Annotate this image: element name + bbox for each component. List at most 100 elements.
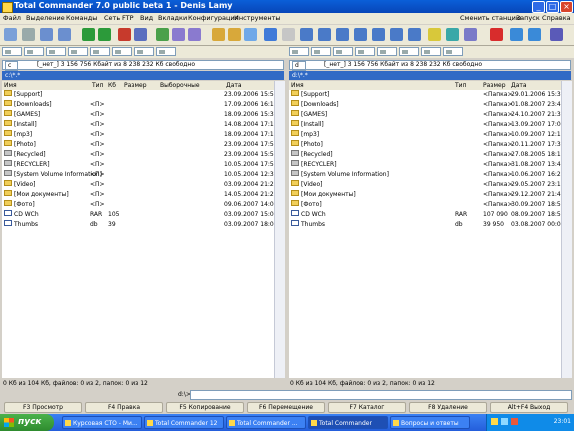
file-row[interactable]: [RECYCLER] <Папка> 31.08.2007 13:49 xyxy=(289,160,561,170)
file-row[interactable]: [Recycled] <Папка> 27.08.2005 18:19 xyxy=(289,150,561,160)
f6-move-button[interactable]: F6 Перемещение xyxy=(247,402,325,413)
file-row[interactable]: [Recycled] <П> 23.09.2004 15:53 xyxy=(2,150,274,160)
left-drive-combo[interactable]: c xyxy=(5,61,19,71)
tool-6-icon[interactable] xyxy=(408,28,421,41)
menu-view[interactable]: Вид xyxy=(140,14,153,22)
task-button-2[interactable]: Total Commander 12 xyxy=(144,416,224,429)
menu-tabs[interactable]: Вкладки xyxy=(158,14,187,22)
tool-3-icon[interactable] xyxy=(354,28,367,41)
file-row[interactable]: [Фото] <П> 09.06.2007 14:00 xyxy=(2,200,274,210)
title-bar[interactable]: Total Commander 7.0 public beta 1 - Deni… xyxy=(0,0,574,13)
left-col-size2[interactable]: Размер xyxy=(124,82,147,89)
left-file-list[interactable]: [Support] 23.09.2006 15:57 [Downloads] <П> 1… xyxy=(2,90,275,378)
right-path-bar[interactable]: d:\*.* xyxy=(289,71,571,80)
left-col-date[interactable]: Дата xyxy=(226,82,242,89)
search-icon[interactable] xyxy=(212,28,225,41)
antivirus-icon[interactable] xyxy=(511,418,518,425)
right-col-ext[interactable]: Тип xyxy=(455,82,467,89)
f5-copy-button[interactable]: F5 Копирование xyxy=(166,402,244,413)
right-drive-c[interactable] xyxy=(289,47,309,56)
tool-1-icon[interactable] xyxy=(318,28,331,41)
file-row[interactable]: [mp3] <Папка> 10.09.2007 12:11 xyxy=(289,130,561,140)
file-row[interactable]: [Downloads] <Папка> 01.08.2007 23:41 xyxy=(289,100,561,110)
file-row[interactable]: [Support] <Папка> 29.01.2006 15:30 xyxy=(289,90,561,100)
right-col-date[interactable]: Дата xyxy=(511,82,527,89)
menu-file[interactable]: Файл xyxy=(3,14,21,22)
network-icon[interactable] xyxy=(501,418,508,425)
file-row[interactable]: CD WCh RAR 107 090 08.09.2007 18:53 xyxy=(289,210,561,220)
tool-2-icon[interactable] xyxy=(336,28,349,41)
file-row[interactable]: Thumbs db 39 950 03.08.2007 00:03 xyxy=(289,220,561,230)
file-row[interactable]: [Photo] <П> 23.09.2004 17:51 xyxy=(2,140,274,150)
file-row[interactable]: [Install] <Папка> 13.09.2007 17:07 xyxy=(289,120,561,130)
left-drive-e[interactable] xyxy=(46,47,66,56)
menu-network[interactable]: Сеть xyxy=(104,14,120,22)
menu-change-station[interactable]: Сменить станцию xyxy=(460,14,521,22)
forward-icon[interactable] xyxy=(58,28,71,41)
file-row[interactable]: [Video] <Папка> 29.05.2007 23:12 xyxy=(289,180,561,190)
tool-10-icon[interactable] xyxy=(510,28,523,41)
tool-4-icon[interactable] xyxy=(372,28,385,41)
file-row[interactable]: [GAMES] <Папка> 24.10.2007 21:37 xyxy=(289,110,561,120)
file-row[interactable]: [System Volume Information] <П> 10.05.2004… xyxy=(2,170,274,180)
right-drive-combo[interactable]: d xyxy=(292,61,306,71)
menu-config[interactable]: Конфигурация xyxy=(188,14,239,22)
compare-icon[interactable] xyxy=(134,28,147,41)
left-scrollbar[interactable] xyxy=(274,81,285,378)
right-col-name[interactable]: Имя xyxy=(291,82,304,89)
star-icon[interactable] xyxy=(264,28,277,41)
left-drive-j[interactable] xyxy=(156,47,176,56)
left-drive-f[interactable] xyxy=(68,47,88,56)
task-button-1[interactable]: Курсовая СТО - Ми... xyxy=(62,416,142,429)
ftp-icon[interactable] xyxy=(172,28,185,41)
f3-view-button[interactable]: F3 Просмотр xyxy=(4,402,82,413)
menu-select[interactable]: Выделение xyxy=(26,14,65,22)
left-drive-i[interactable] xyxy=(134,47,154,56)
file-row[interactable]: Thumbs db 39 03.09.2007 18:03 xyxy=(2,220,274,230)
file-row[interactable]: [Photo] <Папка> 20.11.2007 17:30 xyxy=(289,140,561,150)
tool-9-icon[interactable] xyxy=(464,28,477,41)
delete-icon[interactable] xyxy=(490,28,503,41)
tray-icon[interactable] xyxy=(491,418,498,425)
file-row[interactable]: [Downloads] <П> 17.09.2006 16:13 xyxy=(2,100,274,110)
tool-8-icon[interactable] xyxy=(446,28,459,41)
menu-commands[interactable]: Команды xyxy=(66,14,97,22)
close-button[interactable]: × xyxy=(560,1,573,13)
folder-tree-icon[interactable] xyxy=(300,28,313,41)
tool-7-icon[interactable] xyxy=(428,28,441,41)
left-col-desc[interactable]: Выборочные xyxy=(160,82,200,89)
right-col-size[interactable]: Размер xyxy=(483,82,506,89)
task-button-3[interactable]: Total Commander ... xyxy=(226,416,306,429)
refresh-icon[interactable] xyxy=(4,28,17,41)
menu-ftp[interactable]: FTP xyxy=(122,14,134,22)
left-drive-d[interactable] xyxy=(24,47,44,56)
left-drive-c[interactable] xyxy=(2,47,22,56)
file-row[interactable]: [RECYCLER] <П> 10.05.2004 17:59 xyxy=(2,160,274,170)
file-row[interactable]: [mp3] <П> 18.09.2004 17:17 xyxy=(2,130,274,140)
alt-f4-exit-button[interactable]: Alt+F4 Выход xyxy=(490,402,568,413)
right-drive-h[interactable] xyxy=(399,47,419,56)
rename-icon[interactable] xyxy=(228,28,241,41)
menu-tools[interactable]: Инструменты xyxy=(234,14,281,22)
right-drive-f[interactable] xyxy=(355,47,375,56)
right-drive-i[interactable] xyxy=(421,47,441,56)
f7-mkdir-button[interactable]: F7 Каталог xyxy=(328,402,406,413)
file-row[interactable]: [Мои документы] <Папка> 29.12.2007 21:49 xyxy=(289,190,561,200)
task-button-5[interactable]: Вопросы и ответы xyxy=(390,416,470,429)
tool-5-icon[interactable] xyxy=(390,28,403,41)
brief-view-icon[interactable] xyxy=(22,28,35,41)
start-button[interactable]: пуск xyxy=(0,414,54,431)
app-icon[interactable] xyxy=(2,2,13,13)
menu-help[interactable]: Справка xyxy=(542,14,571,22)
maximize-button[interactable]: □ xyxy=(546,1,559,13)
left-col-ext[interactable]: Тип xyxy=(92,82,104,89)
file-row[interactable]: [Мои документы] <П> 14.05.2004 21:28 xyxy=(2,190,274,200)
left-col-size[interactable]: Кб xyxy=(108,82,116,89)
right-drive-d[interactable] xyxy=(311,47,331,56)
left-drive-info[interactable]: c [_нет_] 3 156 756 Кбайт из 8 238 232 К… xyxy=(2,60,284,71)
ftp-disconnect-icon[interactable] xyxy=(188,28,201,41)
f8-delete-button[interactable]: F8 Удаление xyxy=(409,402,487,413)
minimize-button[interactable]: _ xyxy=(532,1,545,13)
tool-12-icon[interactable] xyxy=(550,28,563,41)
f4-edit-button[interactable]: F4 Правка xyxy=(85,402,163,413)
